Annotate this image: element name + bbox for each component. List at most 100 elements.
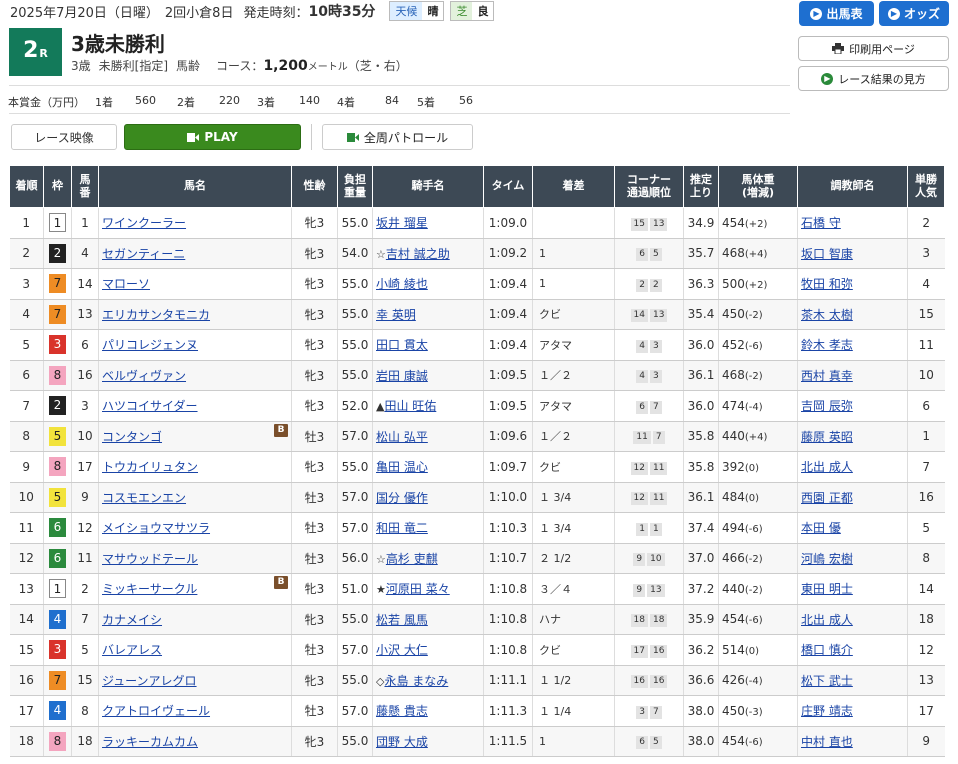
trainer-link[interactable]: 吉岡 辰弥 — [801, 399, 853, 413]
trainer-link[interactable]: 北出 成人 — [801, 460, 853, 474]
jockey-link[interactable]: 藤懸 貴志 — [376, 704, 428, 718]
margin-cell: １ 3/4 — [532, 512, 615, 544]
entries-button[interactable]: ▶ 出馬表 — [799, 1, 874, 26]
apprentice-mark: ☆ — [376, 247, 386, 261]
weather-value: 晴 — [422, 2, 444, 20]
trainer-link[interactable]: 庄野 靖志 — [801, 704, 853, 718]
corner-cell: 9 10 — [614, 543, 684, 574]
jockey-link[interactable]: 松若 風馬 — [376, 613, 428, 627]
trainer-link[interactable]: 牧田 和弥 — [801, 277, 853, 291]
margin-cell: １ 3/4 — [532, 482, 615, 513]
horse-name-link[interactable]: ベルヴィヴァン — [102, 369, 186, 383]
trainer-link[interactable]: 藤原 英昭 — [801, 430, 853, 444]
rank-cell: 4 — [9, 299, 44, 330]
horse-name-link[interactable]: クアトロイヴェール — [102, 704, 210, 718]
corner-position: 2 — [650, 278, 662, 292]
jockey-link[interactable]: 坂井 瑠星 — [376, 216, 428, 230]
jockey-link[interactable]: 高杉 吏麒 — [386, 552, 438, 566]
horse-name-link[interactable]: バレアレス — [102, 643, 162, 657]
horse-name-link[interactable]: トウカイリュタン — [102, 460, 198, 474]
print-page-label: 印刷用ページ — [849, 42, 915, 56]
horse-name-link[interactable]: ジューンアレグロ — [102, 674, 197, 688]
sex-age-cell: 牡3 — [291, 482, 338, 513]
horse-name-link[interactable]: セガンティーニ — [102, 247, 185, 261]
trainer-link[interactable]: 西園 正都 — [801, 491, 853, 505]
trainer-link[interactable]: 坂口 智康 — [801, 247, 853, 261]
patrol-video-button[interactable]: 全周パトロール — [322, 124, 473, 150]
trainer-link[interactable]: 茶木 太樹 — [801, 308, 853, 322]
trainer-link[interactable]: 石橋 守 — [801, 216, 841, 230]
odds-button[interactable]: ▶ オッズ — [879, 1, 949, 26]
last3f-cell: 35.7 — [683, 238, 719, 269]
race-number: 2 — [23, 38, 39, 63]
margin-cell: ハナ — [532, 604, 615, 635]
popularity-cell: 17 — [907, 695, 945, 727]
horse-number-cell: 16 — [71, 360, 99, 391]
jockey-link[interactable]: 和田 竜二 — [376, 521, 428, 535]
trainer-link[interactable]: 橋口 慎介 — [801, 643, 853, 657]
jockey-link[interactable]: 国分 優作 — [376, 491, 428, 505]
jockey-link[interactable]: 団野 大成 — [376, 735, 428, 749]
body-weight-cell: 440(+4) — [718, 421, 798, 452]
jockey-link[interactable]: 岩田 康誠 — [376, 369, 428, 383]
trainer-link[interactable]: 東田 明士 — [801, 582, 853, 596]
corner-cell: 37 — [614, 695, 684, 727]
trainer-link[interactable]: 本田 優 — [801, 521, 841, 535]
horse-name-link[interactable]: マローソ — [102, 277, 150, 291]
jockey-link[interactable]: 小沢 大仁 — [376, 643, 428, 657]
sex-age-cell: 牝3 — [291, 665, 338, 696]
chevron-right-icon: ▶ — [887, 7, 900, 20]
horse-name-link[interactable]: ハツコイサイダー — [102, 399, 198, 413]
jockey-link[interactable]: 田山 旺佑 — [384, 399, 436, 413]
jockey-link[interactable]: 亀田 温心 — [376, 460, 428, 474]
trainer-link[interactable]: 中村 直也 — [801, 735, 853, 749]
horse-name-link[interactable]: ワインクーラー — [102, 216, 186, 230]
jockey-link[interactable]: 幸 英明 — [376, 308, 416, 322]
horse-name-link[interactable]: パリコレジェンヌ — [102, 338, 198, 352]
margin-cell: クビ — [532, 299, 615, 330]
play-button[interactable]: PLAY — [124, 124, 301, 150]
last3f-cell: 37.2 — [683, 573, 719, 605]
horse-name-link[interactable]: コンタンゴ — [102, 430, 162, 444]
print-page-button[interactable]: 印刷用ページ — [798, 36, 949, 61]
waku-cell: 8 — [43, 726, 72, 757]
waku-badge: 5 — [49, 487, 66, 507]
horse-name-link[interactable]: メイショウマサツラ — [102, 521, 210, 535]
jockey-link[interactable]: 田口 貫太 — [376, 338, 428, 352]
table-row: 6 8 16 ベルヴィヴァン 牝3 55.0 岩田 康誠 1:09.5 １／２ 4 3 36.1 468… — [9, 360, 945, 391]
horse-name-cell: ベルヴィヴァン — [98, 360, 292, 391]
last3f-cell: 36.1 — [683, 482, 719, 513]
play-label: PLAY — [204, 130, 238, 144]
corner-cell: 9 13 — [614, 573, 684, 605]
horse-name-link[interactable]: エリカサンタモニカ — [102, 308, 210, 322]
horse-name-link[interactable]: コスモエンエン — [102, 491, 186, 505]
sex-age-cell: 牝3 — [291, 451, 338, 483]
horse-name-link[interactable]: カナメイシ — [102, 613, 162, 627]
how-to-read-button[interactable]: ▶ レース結果の見方 — [798, 66, 949, 91]
horse-name-link[interactable]: ラッキーカムカム — [102, 735, 198, 749]
waku-badge: 4 — [49, 701, 66, 721]
waku-badge: 5 — [49, 426, 66, 446]
trainer-link[interactable]: 松下 武士 — [801, 674, 853, 688]
horse-name-link[interactable]: マサウッドテール — [102, 552, 198, 566]
trainer-link[interactable]: 北出 成人 — [801, 613, 853, 627]
trainer-link[interactable]: 河嶋 宏樹 — [801, 552, 853, 566]
popularity-cell: 15 — [907, 299, 945, 330]
jockey-link[interactable]: 河原田 菜々 — [386, 582, 450, 596]
jockey-link[interactable]: 吉村 誠之助 — [386, 247, 450, 261]
trainer-link[interactable]: 鈴木 孝志 — [801, 338, 853, 352]
corner-position: 14 — [630, 309, 648, 323]
horse-name-link[interactable]: ミッキーサークル — [102, 582, 197, 596]
corner-position: 7 — [650, 705, 662, 719]
col-time: タイム — [483, 165, 533, 208]
jockey-link[interactable]: 永島 まなみ — [384, 674, 448, 688]
jockey-link[interactable]: 松山 弘平 — [376, 430, 428, 444]
horse-name-cell: コンタンゴ B — [98, 421, 292, 452]
trainer-link[interactable]: 西村 真幸 — [801, 369, 853, 383]
body-weight-diff: (-6) — [744, 737, 763, 749]
jockey-link[interactable]: 小崎 綾也 — [376, 277, 428, 291]
divider — [311, 124, 312, 150]
body-weight-cell: 500(+2) — [718, 268, 798, 300]
trainer-cell: 本田 優 — [797, 512, 908, 544]
jockey-cell: 小沢 大仁 — [372, 634, 484, 666]
